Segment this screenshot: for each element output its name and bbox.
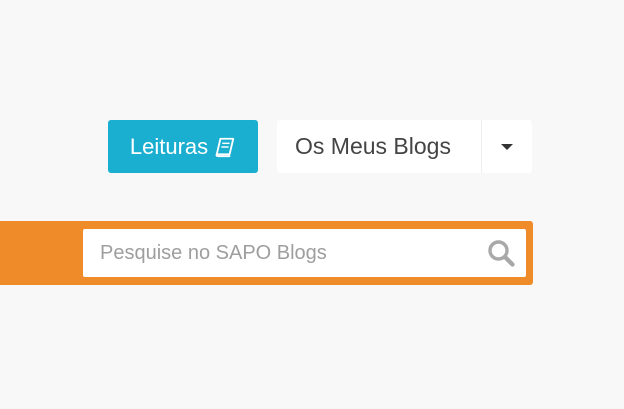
search-box xyxy=(83,229,526,277)
my-blogs-label: Os Meus Blogs xyxy=(295,133,451,159)
book-icon xyxy=(214,136,236,158)
leituras-label: Leituras xyxy=(129,133,209,159)
my-blogs-button[interactable]: Os Meus Blogs xyxy=(277,120,481,173)
my-blogs-toggle-button[interactable] xyxy=(481,120,532,173)
caret-down-icon xyxy=(501,143,513,150)
leituras-button[interactable]: Leituras xyxy=(108,120,258,173)
search-icon[interactable] xyxy=(486,238,516,268)
search-input[interactable] xyxy=(83,229,480,277)
my-blogs-dropdown: Os Meus Blogs xyxy=(277,120,532,173)
search-bar xyxy=(0,221,533,285)
